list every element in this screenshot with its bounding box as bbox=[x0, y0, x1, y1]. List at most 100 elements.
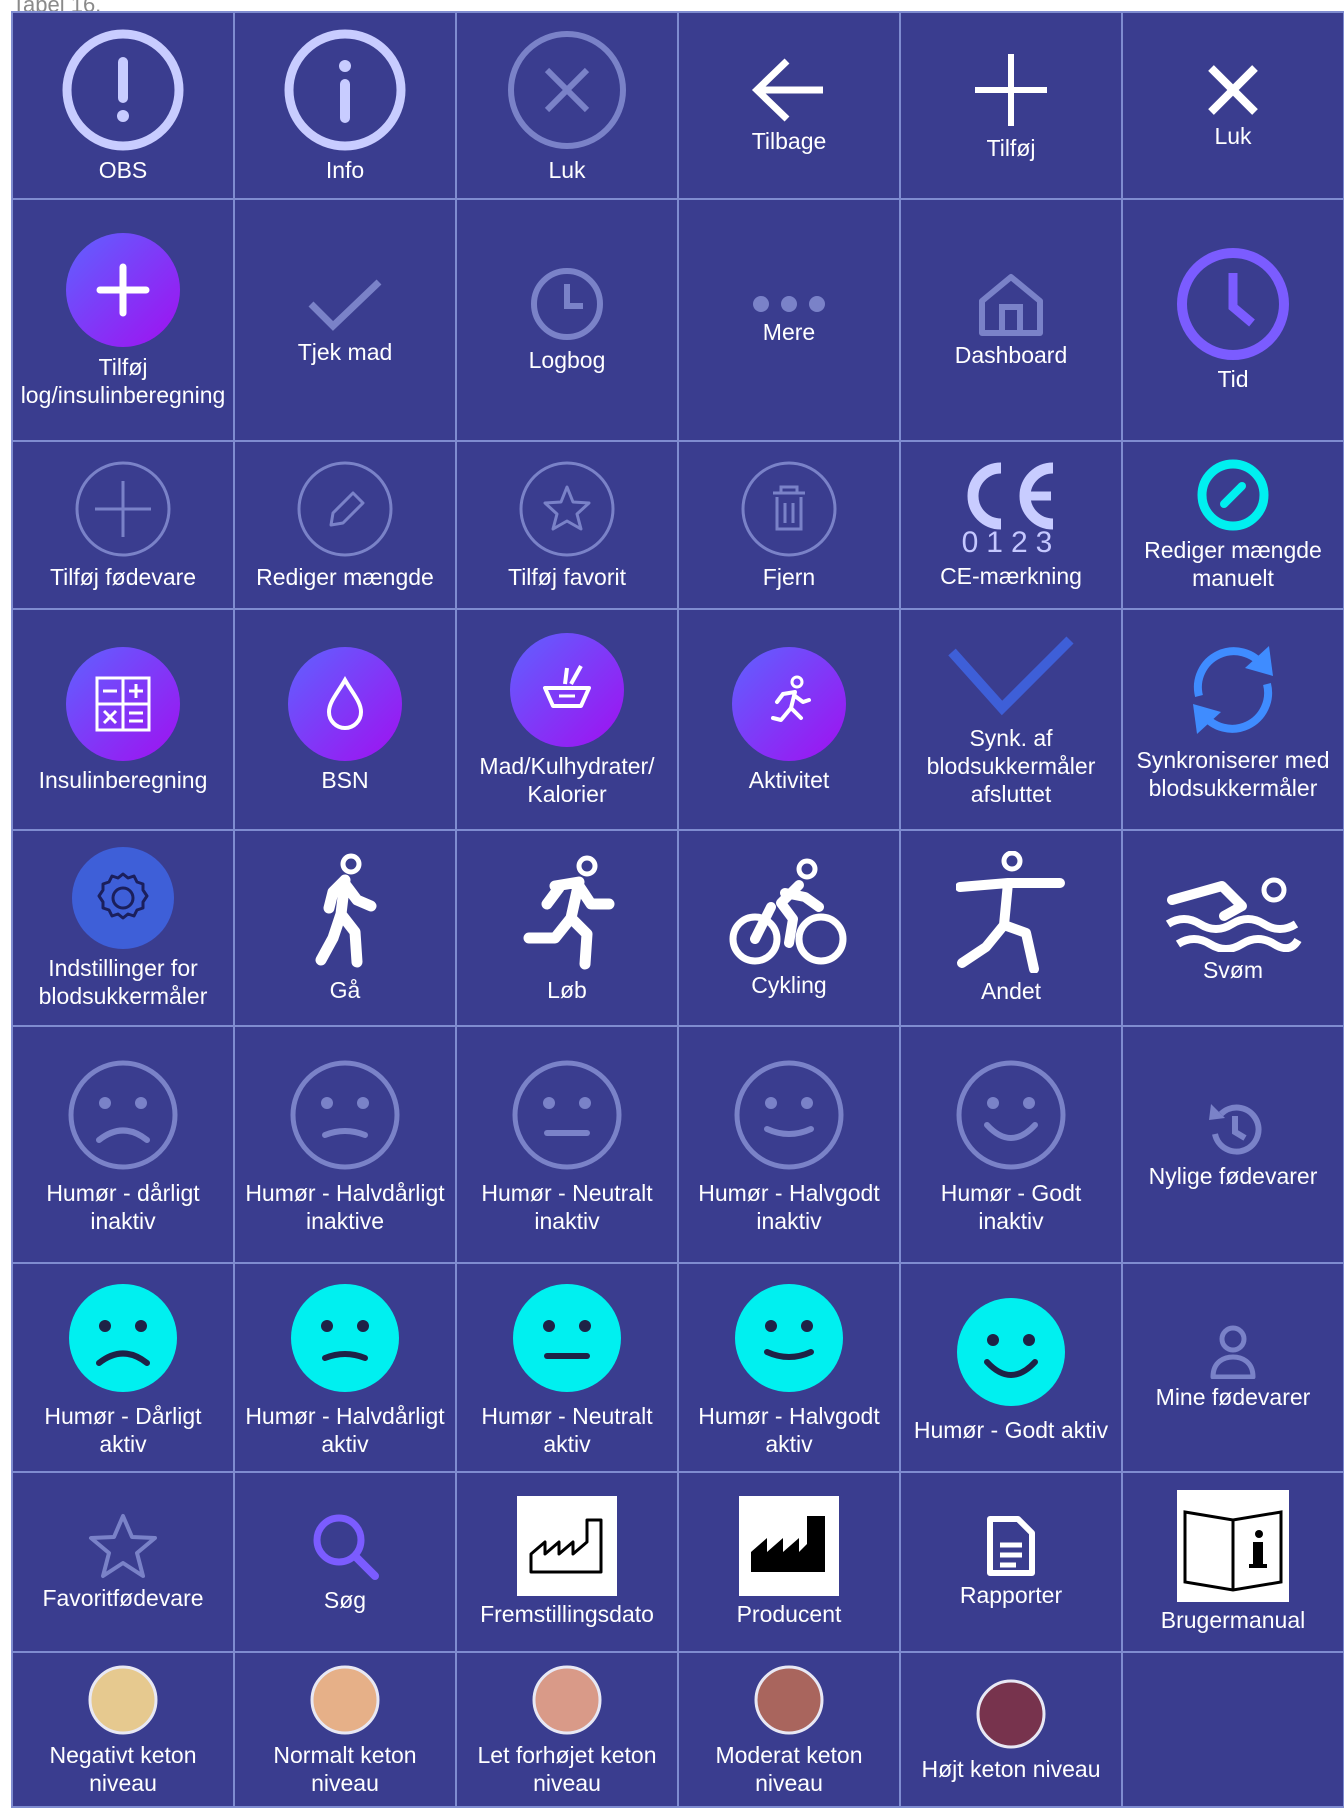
symbol-cell: Løb bbox=[455, 829, 679, 1027]
symbol-cell: Synkroniserer med blodsukkermåler bbox=[1121, 608, 1344, 831]
symbol-label: Favoritfødevare bbox=[42, 1585, 204, 1611]
symbol-label: Humør - Neutralt aktiv bbox=[481, 1402, 653, 1457]
swim-icon bbox=[1164, 872, 1302, 952]
symbol-label: Indstillinger for blodsukkermåler bbox=[38, 955, 208, 1009]
symbol-label: Normalt keton niveau bbox=[273, 1741, 417, 1796]
symbol-cell: Tjek mad bbox=[233, 198, 457, 442]
symbol-cell: Humør - Halvdårligt inaktive bbox=[233, 1025, 457, 1264]
symbol-cell: Rediger mængde bbox=[233, 440, 457, 610]
symbol-cell: Tilføj fødevare bbox=[11, 440, 235, 610]
symbol-label: Humør - Halvdårligt inaktive bbox=[245, 1179, 445, 1234]
symbol-cell: Humør - Halvgodt inaktiv bbox=[677, 1025, 901, 1264]
symbol-label: Rediger mængde manuelt bbox=[1144, 537, 1322, 591]
symbol-cell: Cykling bbox=[677, 829, 901, 1027]
symbol-cell: Negativt keton niveau bbox=[11, 1651, 235, 1808]
walk-icon bbox=[305, 852, 385, 972]
symbol-label: Nylige fødevarer bbox=[1148, 1162, 1318, 1189]
symbol-cell: Let forhøjet keton niveau bbox=[455, 1651, 679, 1808]
symbol-cell: Insulinberegning bbox=[11, 608, 235, 831]
table-row: Tilføj fødevare Rediger mængde Tilføj favo… bbox=[11, 440, 1344, 610]
symbol-cell: Favoritfødevare bbox=[11, 1471, 235, 1653]
symbol-label: Mere bbox=[762, 319, 816, 345]
symbol-cell: Normalt keton niveau bbox=[233, 1651, 457, 1808]
ketone-slight-icon bbox=[530, 1663, 604, 1737]
runner-icon bbox=[731, 646, 847, 762]
symbol-label: Info bbox=[325, 156, 365, 183]
symbol-label: Negativt keton niveau bbox=[49, 1741, 197, 1796]
symbol-label: Cykling bbox=[751, 972, 827, 998]
symbol-cell: Dashboard bbox=[899, 198, 1123, 442]
other-activity-icon bbox=[956, 851, 1066, 973]
symbol-label: Tjek mad bbox=[297, 339, 393, 365]
pencil-circle-icon bbox=[295, 459, 395, 559]
symbol-cell: Humør - Halvgodt aktiv bbox=[677, 1262, 901, 1473]
bowl-icon bbox=[509, 632, 625, 748]
symbol-label: BSN bbox=[321, 766, 369, 793]
symbol-cell: Højt keton niveau bbox=[899, 1651, 1123, 1808]
ketone-negative-icon bbox=[86, 1663, 160, 1737]
neutral-face-icon bbox=[507, 1055, 627, 1175]
symbol-cell: Tilbage bbox=[677, 11, 901, 200]
ketone-moderate-icon bbox=[752, 1663, 826, 1737]
symbol-cell: Humør - Neutralt inaktiv bbox=[455, 1025, 679, 1264]
symbol-label: Aktivitet bbox=[748, 766, 830, 793]
symbol-cell: Producent bbox=[677, 1471, 901, 1653]
symbol-cell: Tilføj bbox=[899, 11, 1123, 200]
star-icon bbox=[87, 1512, 159, 1580]
symbol-cell: Humør - Halvdårligt aktiv bbox=[233, 1262, 457, 1473]
table-row: OBS Info Luk Tilbage Tilføj Luk bbox=[11, 11, 1344, 200]
arrow-left-icon bbox=[749, 57, 829, 123]
symbol-cell: Tilføj favorit bbox=[455, 440, 679, 610]
symbol-label: Insulinberegning bbox=[38, 766, 208, 793]
symbol-cell: Info bbox=[233, 11, 457, 200]
symbol-cell: Søg bbox=[233, 1471, 457, 1653]
table-row: Humør - dårligt inaktiv Humør - Halvdårli… bbox=[11, 1025, 1344, 1264]
sync-done-check-icon bbox=[946, 632, 1076, 720]
history-icon bbox=[1203, 1100, 1263, 1158]
home-icon bbox=[976, 271, 1046, 337]
trash-circle-icon bbox=[739, 459, 839, 559]
happy-face-active-icon bbox=[951, 1292, 1071, 1412]
sad-face-active-icon bbox=[63, 1278, 183, 1398]
symbol-cell: Logbog bbox=[455, 198, 679, 442]
symbol-cell: Nylige fødevarer bbox=[1121, 1025, 1344, 1264]
symbol-cell: Brugermanual bbox=[1121, 1471, 1344, 1653]
symbol-label: Humør - Godt inaktiv bbox=[940, 1179, 1082, 1234]
symbol-label: Humør - Neutralt inaktiv bbox=[481, 1179, 653, 1234]
symbol-label: Humør - Halvgodt aktiv bbox=[698, 1402, 880, 1457]
report-icon bbox=[986, 1515, 1036, 1577]
symbol-cell: Rediger mængde manuelt bbox=[1121, 440, 1344, 610]
symbol-label: Tilføj fødevare bbox=[49, 564, 197, 590]
clock-icon bbox=[529, 266, 605, 342]
symbol-label: Andet bbox=[980, 978, 1042, 1004]
symbol-cell: Aktivitet bbox=[677, 608, 901, 831]
symbol-label: Let forhøjet keton niveau bbox=[477, 1741, 657, 1796]
symbol-label: Fjern bbox=[762, 564, 816, 590]
table-row: Favoritfødevare Søg Fremstillingsdato Produ… bbox=[11, 1471, 1344, 1653]
symbol-label: Humør - Dårligt aktiv bbox=[44, 1402, 202, 1457]
symbol-cell: Indstillinger for blodsukkermåler bbox=[11, 829, 235, 1027]
symbol-label: Løb bbox=[547, 977, 587, 1003]
run-icon bbox=[515, 852, 619, 972]
gear-icon bbox=[71, 846, 175, 950]
symbol-label: Humør - Halvgodt inaktiv bbox=[698, 1179, 880, 1234]
symbol-cell: Humør - Godt aktiv bbox=[899, 1262, 1123, 1473]
close-icon bbox=[1205, 62, 1261, 118]
semi-happy-face-icon bbox=[729, 1055, 849, 1175]
symbol-cell: Fjern bbox=[677, 440, 901, 610]
symbol-label: Tilbage bbox=[751, 127, 827, 154]
symbol-cell: Rapporter bbox=[899, 1471, 1123, 1653]
plus-icon bbox=[971, 50, 1051, 130]
symbol-cell: Humør - Dårligt aktiv bbox=[11, 1262, 235, 1473]
symbol-cell: Tilføj log/insulinberegning bbox=[11, 198, 235, 442]
ketone-normal-icon bbox=[308, 1663, 382, 1737]
plus-circle-icon bbox=[73, 459, 173, 559]
search-icon bbox=[309, 1510, 381, 1582]
symbol-label: Tilføj log/insulinberegning bbox=[20, 354, 226, 408]
happy-face-icon bbox=[951, 1055, 1071, 1175]
symbol-table: OBS Info Luk Tilbage Tilføj Luk Tilføj log/ins… bbox=[11, 11, 1344, 1808]
bike-icon bbox=[729, 857, 849, 967]
table-row: Tilføj log/insulinberegning Tjek mad Logbo… bbox=[11, 198, 1344, 442]
symbol-label: Tid bbox=[1217, 366, 1249, 392]
table-row: Insulinberegning BSN Mad/Kulhydrater/ Kalo… bbox=[11, 608, 1344, 831]
